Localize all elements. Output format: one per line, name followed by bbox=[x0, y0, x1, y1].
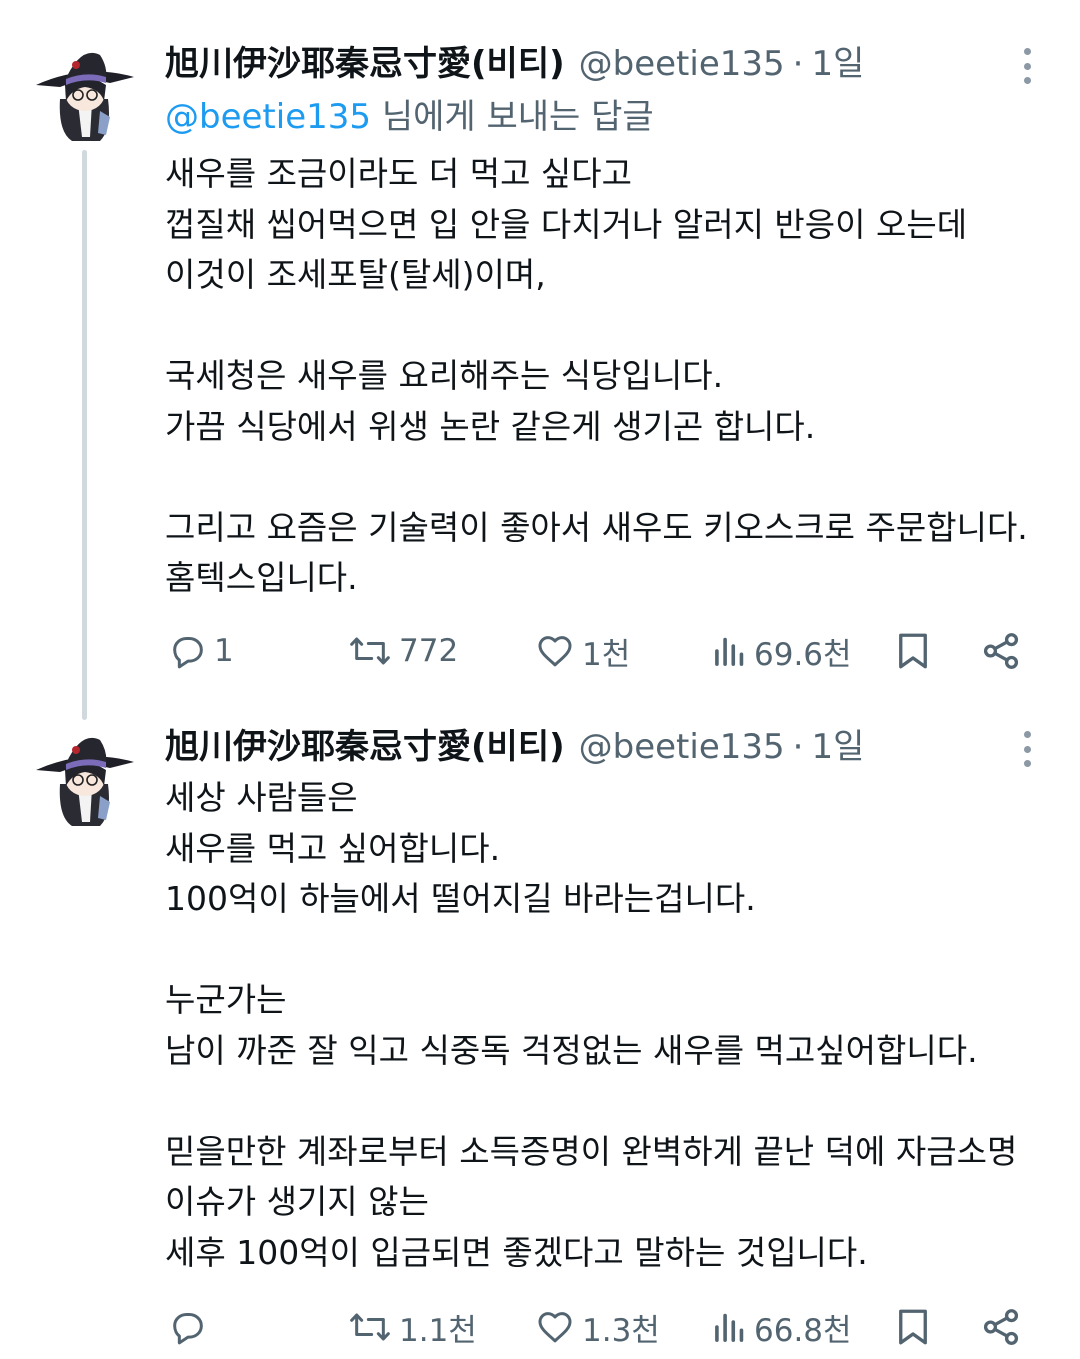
retweet-count: 772 bbox=[399, 633, 459, 669]
text-line: 세상 사람들은 bbox=[165, 778, 358, 817]
retweet-icon bbox=[350, 637, 390, 665]
text-line: 100억이 하늘에서 떨어지길 바라는겁니다. bbox=[165, 879, 756, 918]
tweet-1[interactable]: 旭川伊沙耶秦忌寸愛(비티) @beetie135 · 1일 @beetie135… bbox=[0, 0, 1080, 720]
avatar-image bbox=[30, 37, 140, 147]
like-button[interactable]: 1천 bbox=[534, 626, 630, 676]
text-line: 믿을만한 계좌로부터 소득증명이 완벽하게 끝난 덕에 자금소명 bbox=[165, 1131, 1018, 1171]
text-line: 남이 까준 잘 익고 식중독 걱정없는 새우를 먹고싶어합니다. bbox=[165, 1030, 978, 1070]
retweet-icon bbox=[350, 1313, 390, 1341]
reply-count: 1 bbox=[214, 633, 234, 669]
text-line bbox=[165, 452, 1045, 503]
replying-mention-link[interactable]: @beetie135 bbox=[165, 97, 371, 137]
like-count: 1.3천 bbox=[582, 1312, 660, 1349]
tweet-header: 旭川伊沙耶秦忌寸愛(비티) @beetie135 · 1일 bbox=[165, 42, 864, 86]
action-bar: 1 772 1천 69.6천 bbox=[0, 626, 1080, 676]
tweet-2[interactable]: 旭川伊沙耶秦忌寸愛(비티) @beetie135 · 1일 세상 사람들은 새우… bbox=[0, 700, 1080, 1359]
heart-icon bbox=[538, 1312, 572, 1343]
retweet-count: 1.1천 bbox=[399, 1312, 477, 1349]
more-icon[interactable] bbox=[1010, 731, 1044, 767]
timestamp[interactable]: 1일 bbox=[811, 42, 864, 86]
text-line bbox=[165, 301, 1045, 352]
reply-button[interactable] bbox=[168, 1302, 214, 1352]
text-line: 홈텍스입니다. bbox=[165, 558, 358, 597]
like-count: 1천 bbox=[582, 636, 631, 673]
share-icon bbox=[983, 1309, 1019, 1345]
text-line: 그리고 요즘은 기술력이 좋아서 새우도 키오스크로 주문합니다. bbox=[165, 507, 1028, 547]
views-button[interactable]: 69.6천 bbox=[712, 626, 852, 676]
bookmark-icon bbox=[899, 1309, 927, 1345]
text-line: 이것이 조세포탈(탈세)이며, bbox=[165, 255, 546, 294]
views-count: 66.8천 bbox=[754, 1312, 852, 1349]
avatar[interactable] bbox=[30, 37, 140, 147]
share-icon bbox=[983, 633, 1019, 669]
replying-suffix: 님에게 보내는 답글 bbox=[371, 97, 654, 137]
text-line: 새우를 조금이라도 더 먹고 싶다고 bbox=[165, 154, 632, 193]
views-icon bbox=[715, 1313, 744, 1342]
text-line bbox=[165, 925, 1045, 976]
user-handle[interactable]: @beetie135 bbox=[579, 725, 785, 769]
heart-icon bbox=[538, 636, 572, 667]
display-name[interactable]: 旭川伊沙耶秦忌寸愛(비티) bbox=[165, 42, 565, 86]
more-icon[interactable] bbox=[1010, 48, 1044, 84]
tweet-text: 새우를 조금이라도 더 먹고 싶다고 껍질채 씹어먹으면 입 안을 다치거나 알… bbox=[165, 149, 1045, 604]
text-line bbox=[165, 1076, 1045, 1127]
tweet-text: 세상 사람들은 새우를 먹고 싶어합니다. 100억이 하늘에서 떨어지길 바라… bbox=[165, 773, 1045, 1278]
bookmark-button[interactable] bbox=[895, 626, 931, 676]
text-line: 누군가는 bbox=[165, 980, 287, 1019]
separator: · bbox=[792, 727, 804, 767]
retweet-button[interactable]: 1.1천 bbox=[347, 1302, 477, 1352]
share-button[interactable] bbox=[980, 626, 1022, 676]
timestamp[interactable]: 1일 bbox=[811, 725, 864, 769]
views-icon bbox=[715, 637, 744, 666]
avatar[interactable] bbox=[30, 722, 140, 832]
avatar-image bbox=[30, 722, 140, 832]
reply-icon bbox=[173, 637, 203, 669]
share-button[interactable] bbox=[980, 1302, 1022, 1352]
separator: · bbox=[792, 44, 804, 84]
reply-button[interactable]: 1 bbox=[168, 626, 234, 676]
bookmark-icon bbox=[899, 633, 927, 669]
user-handle[interactable]: @beetie135 bbox=[579, 42, 785, 86]
views-button[interactable]: 66.8천 bbox=[712, 1302, 852, 1352]
replying-to: @beetie135 님에게 보내는 답글 bbox=[165, 95, 654, 139]
tweet-header: 旭川伊沙耶秦忌寸愛(비티) @beetie135 · 1일 bbox=[165, 725, 864, 769]
retweet-button[interactable]: 772 bbox=[347, 626, 458, 676]
reply-icon bbox=[173, 1313, 203, 1345]
text-line: 가끔 식당에서 위생 논란 같은게 생기곤 합니다. bbox=[165, 406, 816, 446]
text-line: 껍질채 씹어먹으면 입 안을 다치거나 알러지 반응이 오는데 bbox=[165, 204, 968, 244]
views-count: 69.6천 bbox=[754, 636, 852, 673]
display-name[interactable]: 旭川伊沙耶秦忌寸愛(비티) bbox=[165, 725, 565, 769]
action-bar: 1.1천 1.3천 66.8천 bbox=[0, 1302, 1080, 1352]
text-line: 국세청은 새우를 요리해주는 식당입니다. bbox=[165, 356, 724, 395]
text-line: 이슈가 생기지 않는 bbox=[165, 1182, 429, 1221]
text-line: 새우를 먹고 싶어합니다. bbox=[165, 828, 501, 868]
like-button[interactable]: 1.3천 bbox=[534, 1302, 660, 1352]
bookmark-button[interactable] bbox=[895, 1302, 931, 1352]
text-line: 세후 100억이 입금되면 좋겠다고 말하는 것입니다. bbox=[165, 1232, 868, 1272]
